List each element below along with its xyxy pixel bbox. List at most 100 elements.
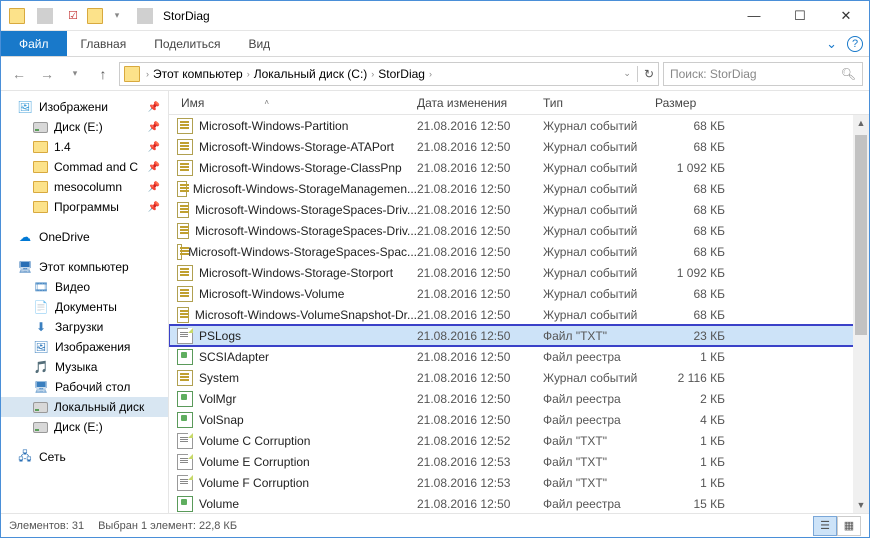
sidebar-item-network[interactable]: 🖧 Сеть — [1, 447, 168, 467]
close-button[interactable]: ✕ — [823, 1, 869, 31]
file-size: 15 КБ — [655, 497, 743, 511]
chevron-right-icon[interactable]: › — [146, 69, 149, 79]
sidebar-item[interactable]: 🎞Видео — [1, 277, 168, 297]
sidebar-item-quickaccess[interactable]: 🖼 Изображени 📌 — [1, 97, 168, 117]
icons-view-button[interactable]: ▦ — [837, 516, 861, 536]
drive-icon — [33, 402, 48, 413]
address-bar[interactable]: › Этот компьютер › Локальный диск (C:) ›… — [119, 62, 659, 86]
details-view-button[interactable]: ☰ — [813, 516, 837, 536]
column-header-name[interactable]: Имя ˄ — [169, 96, 417, 110]
sidebar-item[interactable]: Диск (E:) — [1, 417, 168, 437]
table-row[interactable]: SCSIAdapter 21.08.2016 12:50 Файл реестр… — [169, 346, 869, 367]
search-input[interactable]: Поиск: StorDiag 🔍︎ — [663, 62, 863, 86]
table-row[interactable]: VolMgr 21.08.2016 12:50 Файл реестра 2 К… — [169, 388, 869, 409]
table-row[interactable]: VolSnap 21.08.2016 12:50 Файл реестра 4 … — [169, 409, 869, 430]
table-row[interactable]: Microsoft-Windows-Storage-Storport 21.08… — [169, 262, 869, 283]
breadcrumb-segment[interactable]: StorDiag — [376, 67, 427, 81]
sidebar-item-onedrive[interactable]: ☁ OneDrive — [1, 227, 168, 247]
tab-share[interactable]: Поделиться — [140, 33, 234, 55]
address-dropdown-icon[interactable]: ⌄ — [623, 68, 631, 79]
library-icon: 🖼 — [33, 339, 49, 355]
table-row[interactable]: Volume E Corruption 21.08.2016 12:53 Фай… — [169, 451, 869, 472]
table-row[interactable]: Microsoft-Windows-StorageManagemen... 21… — [169, 178, 869, 199]
column-header-type[interactable]: Тип — [543, 96, 655, 110]
chevron-down-icon[interactable]: ⌄ — [826, 36, 837, 52]
file-date: 21.08.2016 12:52 — [417, 434, 543, 448]
sidebar-item-label: Диск (E:) — [54, 120, 103, 134]
table-row[interactable]: Microsoft-Windows-StorageSpaces-Spac... … — [169, 241, 869, 262]
sidebar-item-label: Сеть — [39, 450, 66, 464]
ribbon-right: ⌄ ? — [826, 36, 863, 52]
file-size: 1 092 КБ — [655, 266, 743, 280]
file-name: SCSIAdapter — [199, 350, 269, 364]
tab-home[interactable]: Главная — [67, 33, 141, 55]
window-title: StorDiag — [163, 9, 210, 23]
help-icon[interactable]: ? — [847, 36, 863, 52]
sidebar-item-thispc[interactable]: 🖥 Этот компьютер — [1, 257, 168, 277]
library-icon: 🖥 — [33, 379, 49, 395]
table-row[interactable]: Volume 21.08.2016 12:50 Файл реестра 15 … — [169, 493, 869, 513]
file-type: Журнал событий — [543, 266, 655, 280]
main-area: 🖼 Изображени 📌 Диск (E:)📌1.4📌Commad and … — [1, 91, 869, 513]
sidebar-item-label: Диск (E:) — [54, 420, 103, 434]
file-date: 21.08.2016 12:50 — [417, 140, 543, 154]
sidebar-item[interactable]: 📄Документы — [1, 297, 168, 317]
search-placeholder: Поиск: StorDiag — [670, 67, 757, 81]
breadcrumb-segment[interactable]: Этот компьютер — [151, 67, 245, 81]
scrollbar-thumb[interactable] — [855, 135, 867, 335]
chevron-right-icon[interactable]: › — [429, 69, 432, 79]
sidebar-item[interactable]: ⬇Загрузки — [1, 317, 168, 337]
sidebar-item[interactable]: 1.4📌 — [1, 137, 168, 157]
table-row[interactable]: Microsoft-Windows-Volume 21.08.2016 12:5… — [169, 283, 869, 304]
table-row[interactable]: Microsoft-Windows-Storage-ClassPnp 21.08… — [169, 157, 869, 178]
sidebar-item[interactable]: Диск (E:)📌 — [1, 117, 168, 137]
table-row[interactable]: Microsoft-Windows-StorageSpaces-Driv... … — [169, 220, 869, 241]
sidebar-item[interactable]: mesocolumn📌 — [1, 177, 168, 197]
file-size: 68 КБ — [655, 287, 743, 301]
maximize-button[interactable]: ☐ — [777, 1, 823, 31]
file-size: 1 КБ — [655, 455, 743, 469]
file-size: 1 КБ — [655, 350, 743, 364]
table-row[interactable]: Volume F Corruption 21.08.2016 12:53 Фай… — [169, 472, 869, 493]
qat-dropdown-icon[interactable]: ▾ — [109, 8, 125, 24]
up-button[interactable]: ↑ — [91, 62, 115, 86]
table-row[interactable]: Microsoft-Windows-StorageSpaces-Driv... … — [169, 199, 869, 220]
chevron-right-icon[interactable]: › — [371, 69, 374, 79]
table-row[interactable]: Microsoft-Windows-Storage-ATAPort 21.08.… — [169, 136, 869, 157]
sidebar-item[interactable]: Программы📌 — [1, 197, 168, 217]
column-header-date[interactable]: Дата изменения — [417, 96, 543, 110]
table-row[interactable]: System 21.08.2016 12:50 Журнал событий 2… — [169, 367, 869, 388]
breadcrumb-segment[interactable]: Локальный диск (C:) — [252, 67, 370, 81]
scrollbar[interactable]: ▲ ▼ — [853, 115, 869, 513]
table-row[interactable]: Volume C Corruption 21.08.2016 12:52 Фай… — [169, 430, 869, 451]
sidebar-item[interactable]: 🎵Музыка — [1, 357, 168, 377]
scroll-up-icon[interactable]: ▲ — [853, 115, 869, 131]
file-size: 1 КБ — [655, 476, 743, 490]
properties-icon[interactable]: ☑ — [65, 8, 81, 24]
tab-view[interactable]: Вид — [234, 33, 284, 55]
scroll-down-icon[interactable]: ▼ — [853, 497, 869, 513]
divider — [637, 66, 638, 82]
file-tab[interactable]: Файл — [1, 31, 67, 56]
sidebar-item[interactable]: Локальный диск — [1, 397, 168, 417]
file-date: 21.08.2016 12:50 — [417, 287, 543, 301]
refresh-button[interactable]: ↻ — [644, 67, 654, 81]
sidebar-item[interactable]: Commad and C📌 — [1, 157, 168, 177]
file-type: Журнал событий — [543, 119, 655, 133]
column-header-size[interactable]: Размер — [655, 96, 743, 110]
table-row[interactable]: Microsoft-Windows-VolumeSnapshot-Dr... 2… — [169, 304, 869, 325]
table-row[interactable]: Microsoft-Windows-Partition 21.08.2016 1… — [169, 115, 869, 136]
forward-button[interactable]: → — [35, 62, 59, 86]
back-button[interactable]: ← — [7, 62, 31, 86]
sidebar-item[interactable]: 🖥Рабочий стол — [1, 377, 168, 397]
sidebar-item[interactable]: 🖼Изображения — [1, 337, 168, 357]
minimize-button[interactable]: — — [731, 1, 777, 31]
recent-dropdown[interactable]: ▾ — [63, 62, 87, 86]
onedrive-icon: ☁ — [17, 229, 33, 245]
sidebar-item-label: Загрузки — [55, 320, 103, 334]
chevron-right-icon[interactable]: › — [247, 69, 250, 79]
pc-icon: 🖥 — [17, 259, 33, 275]
table-row[interactable]: PSLogs 21.08.2016 12:50 Файл "TXT" 23 КБ — [169, 325, 869, 346]
drive-icon — [33, 122, 48, 133]
file-type: Журнал событий — [543, 287, 655, 301]
